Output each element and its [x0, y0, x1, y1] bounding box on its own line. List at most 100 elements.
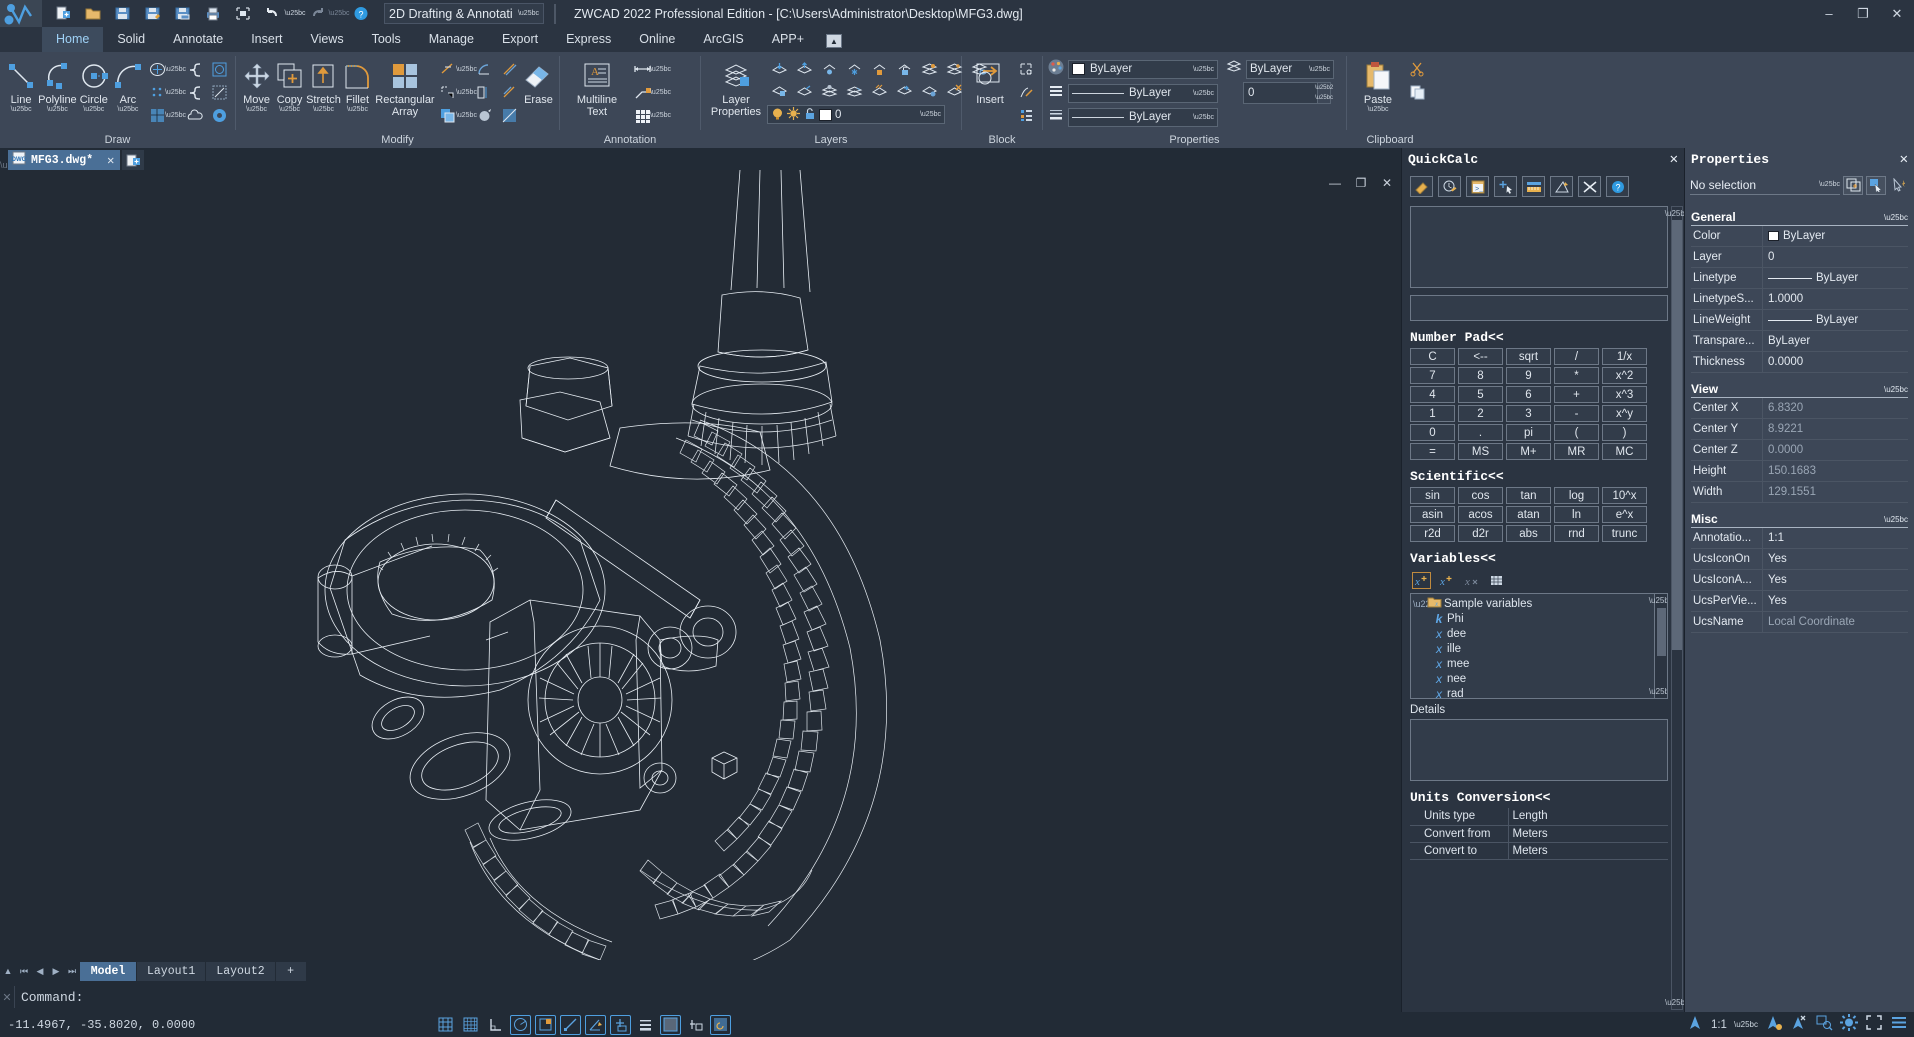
calc-key-d2r[interactable]: d2r [1458, 525, 1503, 542]
calc-key-exp[interactable]: e^x [1602, 506, 1647, 523]
table-row[interactable]: Units type Length [1410, 808, 1668, 825]
layout-next-icon[interactable]: ▶ [48, 966, 64, 977]
layout-tab-layout1[interactable]: Layout1 [137, 962, 205, 981]
tab-views[interactable]: Views [296, 27, 357, 52]
calc-key-trunc[interactable]: trunc [1602, 525, 1647, 542]
layer-states-icon[interactable] [892, 80, 916, 102]
help-icon[interactable]: ? [348, 3, 374, 25]
calc-key-ln[interactable]: ln [1554, 506, 1599, 523]
property-value[interactable]: 0 [1763, 251, 1908, 263]
layer-make-current-icon[interactable] [767, 58, 791, 80]
calc-key-minus[interactable]: - [1554, 405, 1599, 422]
close-icon[interactable]: ✕ [1670, 151, 1678, 168]
number-pad-section-title[interactable]: Number Pad<< [1410, 330, 1668, 345]
command-line[interactable]: ✕ Command: [0, 982, 1401, 1012]
variables-tree-scrollbar[interactable]: \u25b2 \u25bc [1654, 594, 1667, 698]
property-value[interactable]: 0.0000 [1763, 444, 1908, 456]
layout-last-icon[interactable]: ⏭ [64, 966, 80, 977]
draw-polyline-button[interactable]: Polyline \u25bc [38, 56, 77, 114]
doctab-nav-icon[interactable]: \u25bc [0, 160, 8, 170]
quickcalc-scrollbar[interactable]: \u25b2 \u25bc [1671, 206, 1683, 1010]
tab-express[interactable]: Express [552, 27, 625, 52]
calc-key-mc[interactable]: MC [1602, 443, 1647, 460]
layout-collapse-icon[interactable]: ▲ [0, 966, 16, 976]
property-value[interactable]: ByLayer [1763, 230, 1908, 242]
calc-key-power[interactable]: x^y [1602, 405, 1647, 422]
region-icon[interactable] [207, 81, 231, 103]
property-value[interactable]: 6.8320 [1763, 402, 1908, 414]
convert-from-value[interactable]: Meters [1508, 825, 1668, 842]
calc-key-cos[interactable]: cos [1458, 487, 1503, 504]
table-row[interactable]: Convert from Meters [1410, 825, 1668, 842]
calc-key-6[interactable]: 6 [1506, 386, 1551, 403]
select-objects-icon[interactable] [1866, 176, 1886, 195]
modify-rectangular-array-button[interactable]: Rectangular Array [374, 56, 436, 118]
close-button[interactable]: ✕ [1880, 0, 1914, 27]
chevron-down-icon[interactable]: \u25bc [47, 106, 68, 114]
layer-lock-icon[interactable] [892, 58, 916, 80]
calc-key-decimal[interactable]: . [1458, 424, 1503, 441]
property-value[interactable]: Yes [1763, 574, 1908, 586]
calc-key-reciprocal[interactable]: 1/x [1602, 348, 1647, 365]
tab-annotate[interactable]: Annotate [159, 27, 237, 52]
command-prompt[interactable]: Command: [14, 986, 1401, 1008]
intersection-of-lines-icon[interactable] [1578, 176, 1601, 197]
chevron-down-icon[interactable]: \u25bc [461, 81, 472, 103]
snap-mode-icon[interactable] [435, 1015, 456, 1035]
tab-manage[interactable]: Manage [415, 27, 488, 52]
chevron-down-icon[interactable]: \u25bc [1187, 90, 1214, 97]
property-value[interactable]: Yes [1763, 553, 1908, 565]
drawing-minimize-button[interactable]: — [1327, 176, 1343, 190]
layer-freeze-icon[interactable] [867, 80, 891, 102]
list-item[interactable]: x rad [1413, 686, 1667, 699]
selection-combo[interactable]: No selection \u25bc [1690, 175, 1840, 195]
property-value[interactable]: 1:1 [1763, 532, 1908, 544]
command-line-close-icon[interactable]: ✕ [0, 991, 14, 1004]
define-attribute-icon[interactable] [1014, 81, 1038, 103]
layer-isolate-icon[interactable] [917, 58, 941, 80]
layer-freeze-sun-icon[interactable] [787, 107, 800, 123]
layer-merge-icon[interactable] [817, 80, 841, 102]
chevron-down-icon[interactable]: \u25bc [170, 58, 181, 80]
close-icon[interactable]: ✕ [1900, 151, 1908, 168]
help-icon[interactable]: ? [1606, 176, 1629, 197]
chevron-down-icon[interactable]: \u25bc [1813, 181, 1840, 188]
save-as-icon[interactable] [140, 3, 166, 25]
property-value[interactable]: ByLayer [1763, 335, 1908, 347]
grid-display-icon[interactable] [460, 1015, 481, 1035]
chevron-down-icon[interactable]: \u25bc [313, 106, 334, 114]
drawing-canvas[interactable]: — ❐ ✕ [0, 170, 1401, 960]
modify-erase-button[interactable]: Erase [522, 56, 555, 106]
transparency-spinner[interactable]: 0 \u25b2\u25bc [1243, 82, 1331, 104]
layer-unlock-icon[interactable] [867, 58, 891, 80]
dynamic-ucs-icon[interactable] [585, 1015, 606, 1035]
undo-dropdown-icon[interactable]: \u25bc [290, 3, 300, 25]
list-item[interactable]: x dee [1413, 626, 1667, 641]
scrollbar-thumb[interactable] [1672, 220, 1682, 650]
property-row-ucsicon-on[interactable]: UcsIconOn Yes [1691, 549, 1908, 570]
calc-key-0[interactable]: 0 [1410, 424, 1455, 441]
hatch-edit-icon[interactable] [498, 104, 522, 126]
lineweight-icon[interactable] [635, 1015, 656, 1035]
property-value[interactable]: 8.9221 [1763, 423, 1908, 435]
calc-key-1[interactable]: 1 [1410, 405, 1455, 422]
calc-key-cube[interactable]: x^3 [1602, 386, 1647, 403]
layer-on-bulb-icon[interactable] [771, 107, 784, 123]
plot-style-combo[interactable]: ByLayer \u25bc [1246, 60, 1334, 79]
calc-key-5[interactable]: 5 [1458, 386, 1503, 403]
customization-gear-icon[interactable] [1840, 1014, 1858, 1036]
list-item[interactable]: x mee [1413, 656, 1667, 671]
property-row-thickness[interactable]: Thickness 0.0000 [1691, 352, 1908, 373]
history-clear-icon[interactable] [1438, 176, 1461, 197]
calc-key-asin[interactable]: asin [1410, 506, 1455, 523]
property-value[interactable]: ByLayer [1763, 272, 1908, 284]
new-icon[interactable] [50, 3, 76, 25]
lineweight-combo[interactable]: ByLayer \u25bc [1068, 108, 1218, 127]
calc-key-equals[interactable]: = [1410, 443, 1455, 460]
property-row-transparency[interactable]: Transpare... ByLayer [1691, 331, 1908, 352]
units-type-value[interactable]: Length [1508, 808, 1668, 825]
property-row-center-z[interactable]: Center Z 0.0000 [1691, 440, 1908, 461]
calc-key-mr[interactable]: MR [1554, 443, 1599, 460]
units-conversion-section-title[interactable]: Units Conversion<< [1410, 790, 1668, 805]
minimize-button[interactable]: – [1812, 0, 1846, 27]
